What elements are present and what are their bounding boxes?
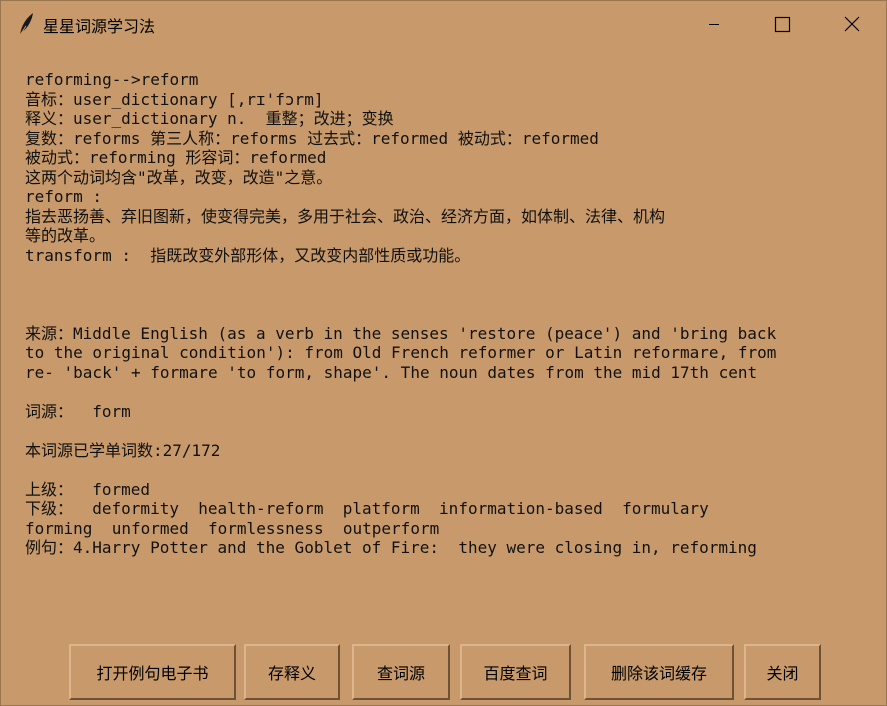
content-line: [25, 285, 875, 305]
content-line: [25, 304, 875, 324]
word-info-text-area[interactable]: reforming-->reform 音标：user_dictionary [,r…: [25, 70, 875, 630]
content-line: forming unformed formlessness outperform: [25, 518, 440, 538]
content-line: [25, 265, 875, 285]
content-line: 词源： form: [25, 401, 131, 421]
content-line: 等的改革。: [25, 226, 106, 245]
content-line: 例句：4.Harry Potter and the Goblet of Fire…: [25, 538, 757, 557]
save-meaning-button[interactable]: 存释义: [244, 644, 340, 700]
open-ebook-button[interactable]: 打开例句电子书: [69, 644, 236, 700]
content-line: 本词源已学单词数:27/172: [25, 440, 221, 460]
baidu-lookup-button[interactable]: 百度查词: [460, 644, 571, 700]
content-line: 被动式：reforming 形容词：reformed: [25, 148, 327, 167]
maximize-button[interactable]: [748, 1, 816, 47]
content-line: transform : 指既改变外部形体，又改变内部性质或功能。: [25, 245, 471, 265]
content-line: [25, 460, 875, 480]
content-line: 指去恶扬善、弃旧图新，使变得完美，多用于社会、政治、经济方面，如体制、法律、机构: [25, 206, 666, 226]
content-line: 来源：Middle English (as a verb in the sens…: [25, 323, 777, 343]
close-window-button[interactable]: [816, 1, 884, 47]
lookup-etymology-button[interactable]: 查词源: [352, 644, 450, 700]
content-line: 上级： formed: [25, 479, 151, 499]
feather-icon: [17, 11, 37, 37]
content-line: re- 'back' + formare 'to form, shape'. T…: [25, 362, 758, 382]
delete-cache-button[interactable]: 删除该词缓存: [584, 644, 734, 700]
content-line: 下级： deformity health-reform platform inf…: [25, 499, 709, 518]
close-button[interactable]: 关闭: [744, 644, 821, 700]
content-line: 复数：reforms 第三人称：reforms 过去式：reformed 被动式…: [25, 128, 599, 148]
minimize-button[interactable]: [680, 1, 748, 47]
content-line: 音标：user_dictionary [,rɪ'fɔrm]: [25, 89, 324, 109]
content-line: reforming-->reform: [25, 70, 199, 89]
window-title: 星星词源学习法: [43, 17, 156, 36]
content-line: 释义：user_dictionary n. 重整；改进；变换: [25, 109, 394, 128]
content-line: reform :: [25, 187, 103, 206]
content-line: [25, 382, 875, 402]
content-line: 这两个动词均含"改革，改变，改造"之意。: [25, 167, 333, 187]
app-window: 星星词源学习法 reforming-->reform 音标：user_dictio…: [0, 0, 887, 706]
content-line: [25, 421, 875, 441]
content-line: to the original condition'): from Old Fr…: [25, 343, 777, 362]
title-bar[interactable]: 星星词源学习法: [1, 1, 886, 47]
